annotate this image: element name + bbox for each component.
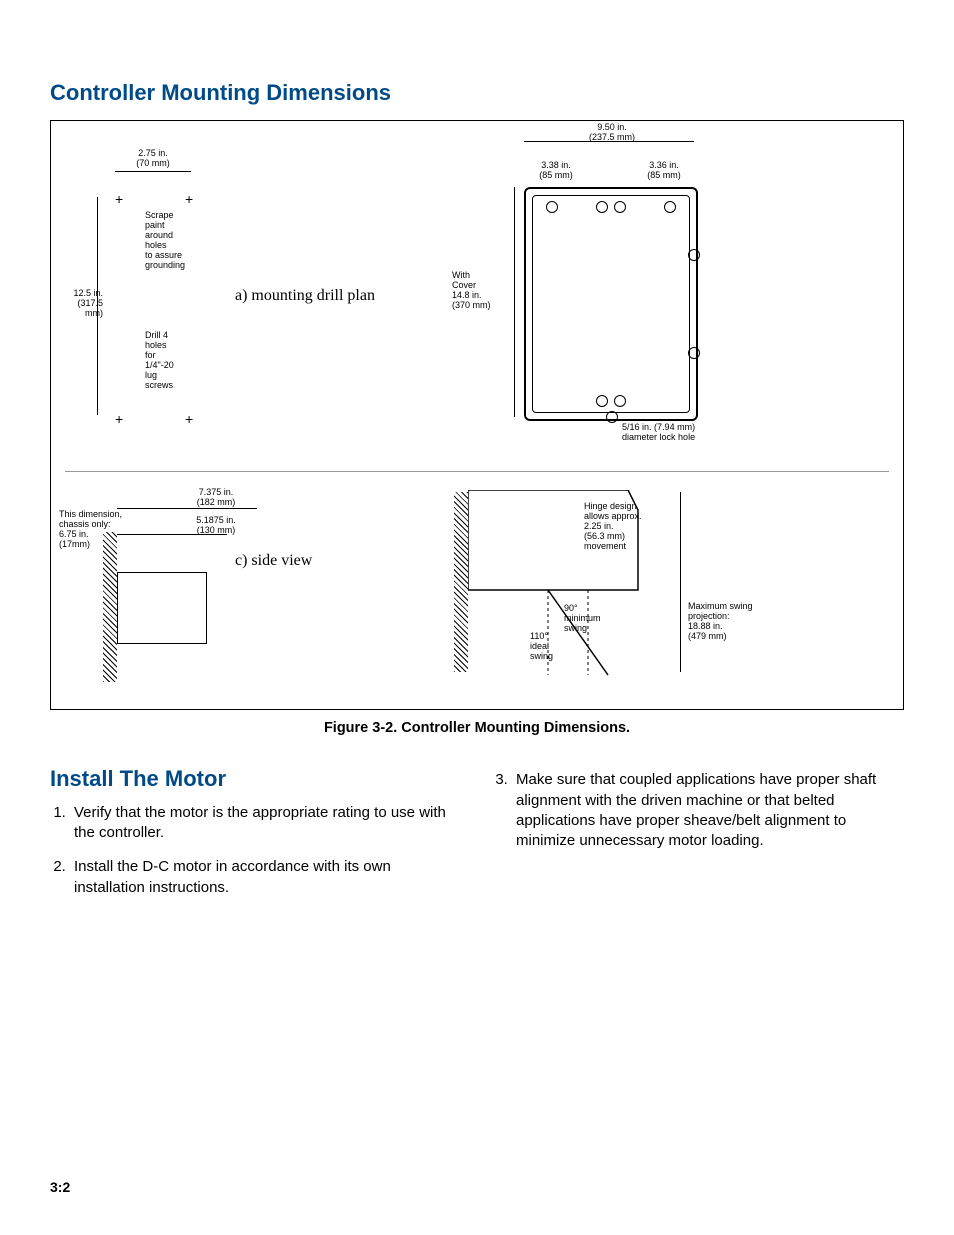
body-column-right: Make sure that coupled applications have… — [492, 766, 904, 912]
step-3: Make sure that coupled applications have… — [512, 770, 904, 851]
subfigure-c: c) side view 7.375 in. (182 mm) 5.1875 i… — [65, 472, 444, 692]
heading-install-motor: Install The Motor — [50, 766, 462, 792]
body-columns: Install The Motor Verify that the motor … — [50, 766, 904, 912]
top-view-svg — [468, 490, 688, 680]
step-1: Verify that the motor is the appropriate… — [70, 803, 462, 844]
figure-3-2-box: a) mounting drill plan + + + + 2.75 in. … — [50, 120, 904, 710]
dim-c-mid: 5.1875 in. (130 mm) — [181, 516, 251, 536]
subfigure-a: a) mounting drill plan + + + + 2.75 in. … — [65, 131, 444, 471]
note-d-110: 110° ideal swing — [530, 632, 553, 662]
subfigure-c-label: c) side view — [235, 552, 312, 570]
subfigure-a-label: a) mounting drill plan — [235, 287, 375, 305]
note-d-90: 90° minimum swing — [564, 604, 601, 634]
dim-c-top: 7.375 in. (182 mm) — [181, 488, 251, 508]
note-c-chassis: This dimension, chassis only: 6.75 in. (… — [59, 510, 129, 550]
dim-a-height: 12.5 in. (317.5 mm) — [59, 289, 103, 319]
subfigure-b: b) overall dimensions 9.50 in. (237.5 mm… — [444, 131, 889, 471]
step-2: Install the D-C motor in accordance with… — [70, 857, 462, 898]
figure-3-2-caption: Figure 3-2. Controller Mounting Dimensio… — [50, 720, 904, 736]
body-column-left: Install The Motor Verify that the motor … — [50, 766, 462, 912]
note-a-scrape: Scrape paint around holes to assure grou… — [145, 211, 185, 270]
dim-b-side: With Cover 14.8 in. (370 mm) — [452, 271, 512, 311]
dim-b-right: 3.36 in. (85 mm) — [634, 161, 694, 181]
note-b-lock: 5/16 in. (7.94 mm) diameter lock hole — [622, 423, 695, 443]
note-a-drill: Drill 4 holes for 1/4"-20 lug screws — [145, 331, 174, 390]
install-steps-right: Make sure that coupled applications have… — [492, 770, 904, 851]
dim-a-width: 2.75 in. (70 mm) — [117, 149, 189, 169]
install-steps-left: Verify that the motor is the appropriate… — [50, 803, 462, 898]
heading-controller-mounting: Controller Mounting Dimensions — [50, 80, 904, 106]
dim-b-left: 3.38 in. (85 mm) — [526, 161, 586, 181]
note-d-hinge: Hinge design allows approx. 2.25 in. (56… — [584, 502, 642, 551]
page-number: 3:2 — [50, 1179, 70, 1195]
dim-b-top: 9.50 in. (237.5 mm) — [572, 123, 652, 143]
note-d-max: Maximum swing projection: 18.88 in. (479… — [688, 602, 753, 642]
page: Controller Mounting Dimensions a) mounti… — [0, 0, 954, 1235]
subfigure-d: d) top view Hinge design allows approx. … — [444, 472, 889, 692]
